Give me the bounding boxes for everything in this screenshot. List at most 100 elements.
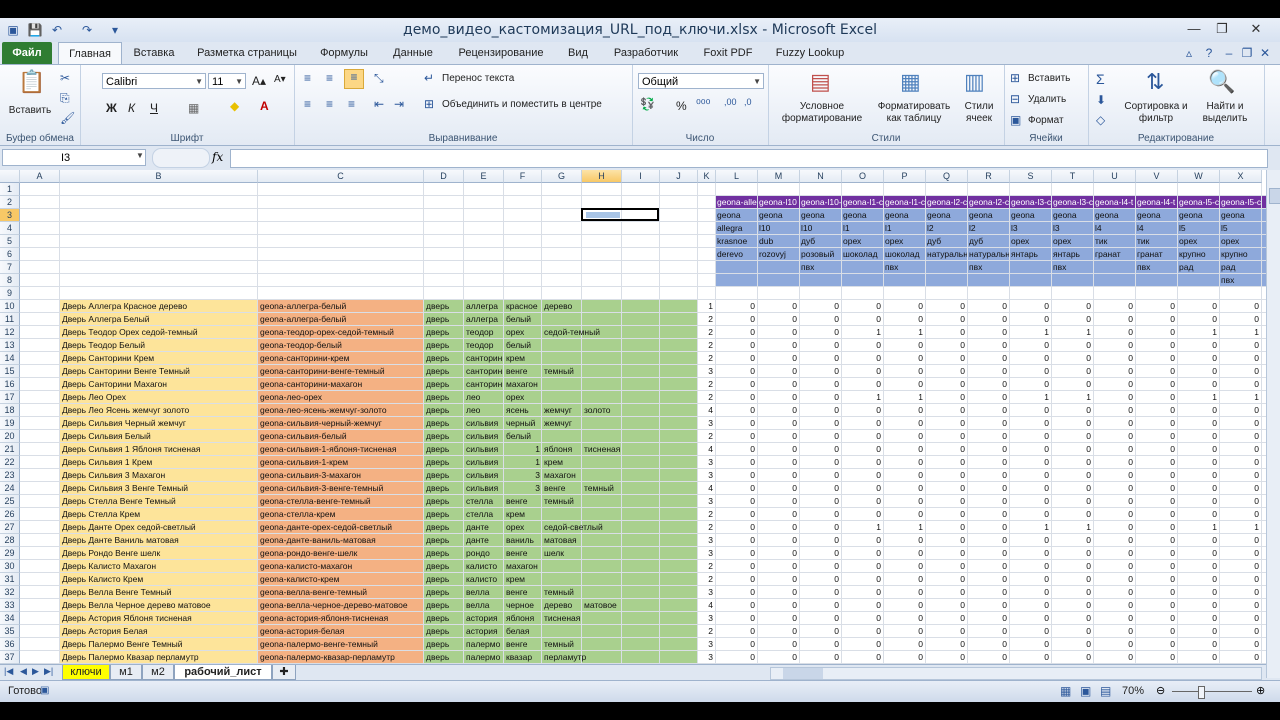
cell-match-value[interactable]: 0 [1220, 404, 1259, 417]
cell-match-value[interactable]: 0 [842, 443, 881, 456]
header-word-cell[interactable]: geona [885, 209, 925, 222]
page-layout-view-icon[interactable]: ▣ [1080, 684, 1091, 698]
cell-match-value[interactable]: 0 [1178, 612, 1217, 625]
cell-match-value[interactable]: 0 [1052, 430, 1091, 443]
cell-word[interactable]: дверь [426, 352, 463, 365]
tab-foxit-pdf[interactable]: Foxit PDF [696, 42, 760, 64]
header-word-cell[interactable]: geona [1179, 209, 1219, 222]
cell-match-value[interactable]: 0 [1178, 625, 1217, 638]
doc-minimize-icon[interactable]: – [1220, 44, 1238, 62]
cell-word[interactable]: дверь [426, 391, 463, 404]
cell-match-value[interactable]: 0 [884, 482, 923, 495]
column-header-o[interactable]: O [842, 170, 884, 183]
row-header[interactable]: 15 [0, 365, 20, 378]
cell-match-value[interactable]: 0 [800, 300, 839, 313]
cell-word[interactable]: сильвия [466, 482, 503, 495]
row-header[interactable]: 16 [0, 378, 20, 391]
column-header-u[interactable]: U [1094, 170, 1136, 183]
cell-match-value[interactable]: 0 [800, 612, 839, 625]
column-header-r[interactable]: R [968, 170, 1010, 183]
cell-match-value[interactable]: 0 [1136, 417, 1175, 430]
row-header[interactable]: 5 [0, 235, 20, 248]
cell-word[interactable]: дверь [426, 326, 463, 339]
cell-word[interactable]: венге [506, 586, 541, 599]
copy-icon[interactable]: ⎘ [60, 91, 70, 106]
cell-match-value[interactable]: 0 [1094, 521, 1133, 534]
column-header-t[interactable]: T [1052, 170, 1094, 183]
cell-slug[interactable]: geona-палермо-квазар-перламутр [260, 651, 423, 664]
header-word-cell[interactable]: derevo [717, 248, 757, 261]
cell-match-value[interactable]: 0 [1178, 404, 1217, 417]
cell-word[interactable]: дверь [426, 495, 463, 508]
cell-match-value[interactable]: 0 [1220, 430, 1259, 443]
cell-match-value[interactable]: 0 [716, 339, 755, 352]
header-word-cell[interactable]: натуральн [969, 248, 1009, 261]
cell-match-value[interactable]: 0 [1220, 443, 1259, 456]
grow-font-icon[interactable]: A▴ [252, 74, 266, 88]
cell-match-value[interactable]: 0 [758, 638, 797, 651]
cell-match-value[interactable]: 0 [968, 430, 1007, 443]
column-header-h[interactable]: H [582, 170, 622, 183]
cell-name[interactable]: Дверь Велла Венге Темный [62, 586, 257, 599]
column-header-q[interactable]: Q [926, 170, 968, 183]
cell-word[interactable]: крем [544, 456, 664, 469]
cell-match-value[interactable]: 0 [1136, 404, 1175, 417]
row-header[interactable]: 21 [0, 443, 20, 456]
cell-word[interactable]: дверь [426, 430, 463, 443]
header-word-cell[interactable]: l4 [1137, 222, 1177, 235]
cell-word[interactable]: матовое [584, 599, 704, 612]
cell-match-value[interactable]: 0 [716, 404, 755, 417]
decrease-decimal-icon[interactable]: ,0 [744, 97, 752, 107]
header-word-cell[interactable]: l1 [885, 222, 925, 235]
cell-match-value[interactable]: 0 [1094, 586, 1133, 599]
cell-word[interactable]: дверь [426, 560, 463, 573]
cell-match-value[interactable]: 1 [1052, 521, 1091, 534]
clear-icon[interactable]: ◇ [1096, 113, 1105, 127]
cell-match-value[interactable]: 0 [884, 495, 923, 508]
paste-icon[interactable]: 📋 [18, 69, 45, 95]
cell-match-value[interactable]: 0 [884, 560, 923, 573]
cell-match-value[interactable]: 0 [1052, 313, 1091, 326]
cell-word[interactable]: астория [466, 625, 503, 638]
row-header[interactable]: 17 [0, 391, 20, 404]
cell-match-value[interactable]: 0 [758, 456, 797, 469]
cell-word[interactable]: калисто [466, 573, 503, 586]
cell-name[interactable]: Дверь Аллегра Белый [62, 313, 257, 326]
cell-match-value[interactable]: 0 [1052, 482, 1091, 495]
cell-match-value[interactable]: 1 [1178, 391, 1217, 404]
sort-filter-button[interactable]: Сортировка и фильтр [1120, 101, 1192, 125]
decrease-indent-icon[interactable]: ⇤ [374, 97, 384, 111]
cell-word[interactable]: дверь [426, 339, 463, 352]
cell-word[interactable]: дверь [426, 365, 463, 378]
cell-match-value[interactable]: 0 [1178, 586, 1217, 599]
column-header-l[interactable]: L [716, 170, 758, 183]
header-word-cell[interactable]: geona [717, 209, 757, 222]
cell-match-value[interactable]: 0 [716, 417, 755, 430]
cell-word[interactable]: тисненая [544, 612, 664, 625]
cell-word[interactable]: дверь [426, 313, 463, 326]
header-key-cell[interactable]: geona-alle [717, 196, 757, 209]
cell-word[interactable]: темный [544, 638, 664, 651]
column-header-p[interactable]: P [884, 170, 926, 183]
cell-match-value[interactable]: 0 [716, 300, 755, 313]
cell-match-value[interactable]: 0 [1094, 391, 1133, 404]
cell-match-value[interactable]: 0 [716, 391, 755, 404]
row-header[interactable]: 33 [0, 599, 20, 612]
cell-match-value[interactable]: 0 [1220, 352, 1259, 365]
column-header-b[interactable]: B [60, 170, 258, 183]
cell-match-value[interactable]: 1 [1220, 326, 1259, 339]
cell-word[interactable]: ясень [506, 404, 541, 417]
cell-match-value[interactable]: 0 [1220, 469, 1259, 482]
cell-match-value[interactable]: 0 [1178, 417, 1217, 430]
cell-match-value[interactable]: 0 [842, 573, 881, 586]
header-word-cell[interactable]: шоколад [843, 248, 883, 261]
cell-match-value[interactable]: 1 [1010, 521, 1049, 534]
delete-cells-button[interactable]: Удалить [1028, 94, 1066, 105]
cell-match-value[interactable]: 0 [1220, 495, 1259, 508]
cell-match-value[interactable]: 0 [968, 326, 1007, 339]
cell-match-value[interactable]: 0 [1010, 456, 1049, 469]
cell-count[interactable]: 1 [698, 300, 713, 313]
cell-match-value[interactable]: 0 [1136, 586, 1175, 599]
cell-slug[interactable]: geona-теодор-белый [260, 339, 423, 352]
cell-match-value[interactable]: 0 [1136, 638, 1175, 651]
